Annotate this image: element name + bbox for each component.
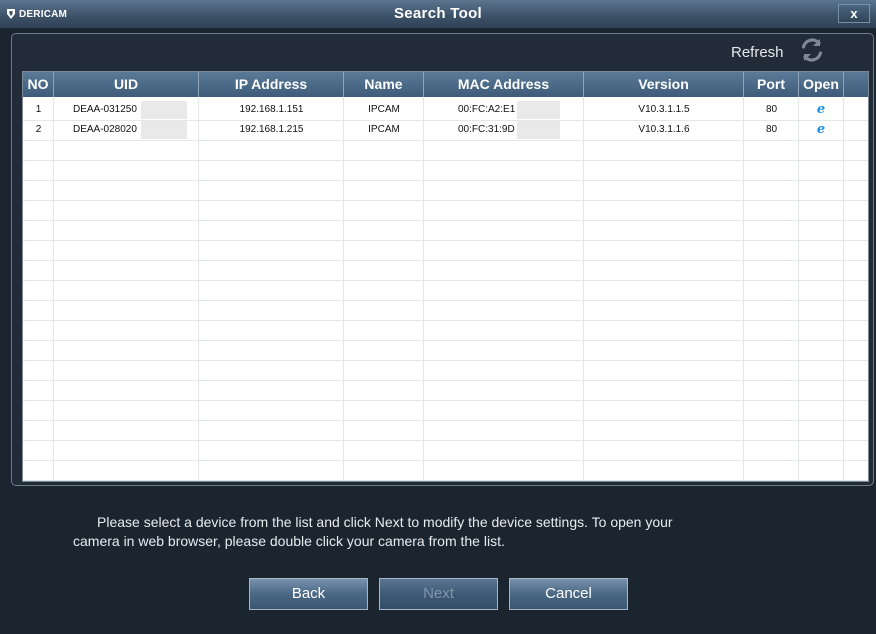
cell-no: 2 — [35, 124, 42, 135]
table-header: NO UID IP Address Name MAC Address Versi… — [23, 72, 868, 97]
cell-version: V10.3.1.1.6 — [638, 124, 690, 135]
redacted-mask — [517, 121, 560, 139]
table-row[interactable]: 1 DEAA-031250 192.168.1.151 IPCAM 00:FC:… — [23, 100, 868, 120]
cell-ip-address: 192.168.1.151 — [239, 104, 304, 115]
refresh-icon[interactable] — [798, 36, 826, 64]
grid-line — [23, 420, 868, 421]
grid-line — [23, 260, 868, 261]
grid-line — [23, 460, 868, 461]
redacted-mask — [141, 101, 187, 119]
title-bar: DERICAM Search Tool x — [0, 0, 876, 29]
header-name[interactable]: Name — [344, 72, 424, 97]
window-title: Search Tool — [393, 5, 483, 22]
cell-name: IPCAM — [368, 124, 400, 135]
header-ip-address[interactable]: IP Address — [199, 72, 344, 97]
instructions-line-1: Please select a device from the list and… — [97, 514, 673, 530]
grid-line — [23, 140, 868, 141]
refresh-label[interactable]: Refresh — [731, 44, 784, 61]
grid-line — [23, 220, 868, 221]
grid-line — [23, 160, 868, 161]
header-version[interactable]: Version — [584, 72, 744, 97]
grid-line — [23, 400, 868, 401]
cell-port: 80 — [765, 104, 778, 115]
grid-line — [23, 440, 868, 441]
grid-line — [23, 300, 868, 301]
grid-line — [23, 280, 868, 281]
grid-line — [23, 380, 868, 381]
grid-line — [23, 240, 868, 241]
header-uid[interactable]: UID — [54, 72, 199, 97]
close-button[interactable]: x — [838, 4, 870, 23]
header-open[interactable]: Open — [799, 72, 844, 97]
cell-version: V10.3.1.1.5 — [638, 104, 690, 115]
header-port[interactable]: Port — [744, 72, 799, 97]
redacted-mask — [517, 101, 560, 119]
cell-ip-address: 192.168.1.215 — [239, 124, 304, 135]
header-no[interactable]: NO — [23, 72, 54, 97]
grid-line — [23, 200, 868, 201]
grid-line — [23, 480, 868, 481]
grid-line — [23, 340, 868, 341]
instructions-line-2: camera in web browser, please double cli… — [73, 533, 505, 549]
ie-browser-icon[interactable]: e — [815, 123, 827, 137]
cell-port: 80 — [765, 124, 778, 135]
instructions-text: Please select a device from the list and… — [73, 513, 793, 551]
next-button[interactable]: Next — [379, 578, 498, 610]
header-mac-address[interactable]: MAC Address — [424, 72, 584, 97]
table-row[interactable]: 2 DEAA-028020 192.168.1.215 IPCAM 00:FC:… — [23, 120, 868, 140]
back-button[interactable]: Back — [249, 578, 368, 610]
grid-line — [23, 320, 868, 321]
grid-line — [23, 360, 868, 361]
grid-line — [23, 180, 868, 181]
cell-no: 1 — [35, 104, 42, 115]
device-table: NO UID IP Address Name MAC Address Versi… — [22, 71, 869, 482]
cell-name: IPCAM — [368, 104, 400, 115]
redacted-mask — [141, 121, 187, 139]
cancel-button[interactable]: Cancel — [509, 578, 628, 610]
ie-browser-icon[interactable]: e — [815, 103, 827, 117]
